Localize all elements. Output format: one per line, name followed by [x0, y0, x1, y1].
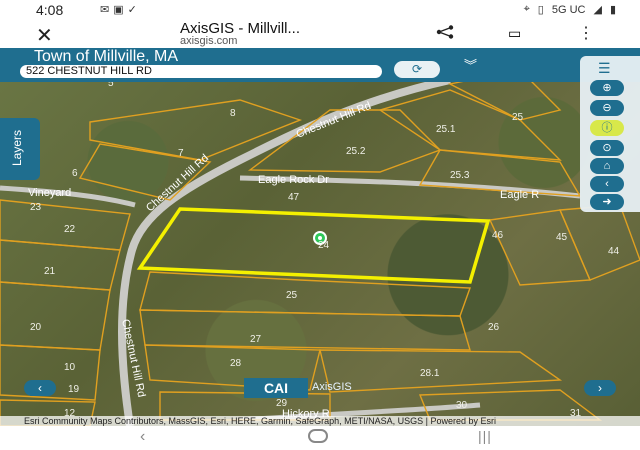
road-label: Eagle Rock Dr — [258, 174, 329, 186]
road-label: Eagle R — [500, 189, 539, 201]
more-options-icon[interactable]: ⋮ — [578, 23, 594, 43]
map-overlay: Chestnut Hill Rd Chestnut Hill Rd Eagle … — [0, 69, 640, 426]
town-title: Town of Millville, MA — [34, 48, 179, 65]
page-url: axisgis.com — [180, 35, 238, 47]
svg-text:25.3: 25.3 — [450, 170, 470, 181]
selected-parcel-outline[interactable] — [136, 207, 491, 284]
system-icons: ⌖ ▯ 5G UC ◢ ▮ — [524, 3, 616, 16]
recents-icon[interactable]: ||| — [478, 428, 492, 444]
home-icon[interactable]: ⌂ — [590, 158, 624, 174]
back-icon[interactable]: ‹ — [590, 176, 624, 192]
svg-text:46: 46 — [492, 230, 504, 241]
layers-label: Layers — [10, 129, 24, 166]
share-icon[interactable] — [436, 25, 454, 39]
svg-text:6: 6 — [72, 168, 78, 179]
svg-text:28: 28 — [230, 358, 242, 369]
svg-text:26: 26 — [488, 322, 500, 333]
android-nav-bar: ‹ ||| — [0, 426, 640, 450]
svg-text:44: 44 — [608, 246, 620, 257]
browser-toolbar: ✕ AxisGIS - Millvill... axisgis.com ▭ ⋮ — [0, 20, 640, 48]
measure-icon[interactable]: ⊙ — [590, 140, 624, 156]
notification-icons: ✉▣✓ — [100, 3, 141, 16]
svg-text:28.1: 28.1 — [420, 368, 440, 379]
svg-text:8: 8 — [230, 108, 236, 119]
mail-icon: ✉ — [100, 4, 114, 16]
svg-text:27: 27 — [250, 334, 262, 345]
battery-icon: ▮ — [609, 4, 616, 16]
road-label: Chestnut Hill Rd — [295, 100, 373, 141]
svg-text:29: 29 — [276, 398, 288, 409]
home-icon[interactable] — [308, 429, 328, 443]
road-chestnut-hill — [118, 76, 451, 426]
svg-text:19: 19 — [68, 384, 80, 395]
clock: 4:08 — [36, 2, 64, 18]
status-bar: 4:08 ✉▣✓ ⌖ ▯ 5G UC ◢ ▮ — [0, 0, 640, 20]
next-arrow-icon[interactable]: › — [584, 380, 616, 396]
check-icon: ✓ — [127, 4, 141, 16]
location-icon: ⌖ — [523, 3, 530, 15]
address-search-input[interactable]: 522 CHESTNUT HILL RD — [20, 65, 382, 78]
svg-text:30: 30 — [456, 400, 468, 411]
svg-text:25: 25 — [286, 290, 298, 301]
forward-icon[interactable]: ➜ — [590, 194, 624, 210]
map-view[interactable]: Chestnut Hill Rd Chestnut Hill Rd Eagle … — [0, 48, 640, 426]
bookmark-icon[interactable]: ▭ — [508, 25, 521, 42]
svg-text:25.2: 25.2 — [346, 146, 366, 157]
signal-icon: ◢ — [593, 4, 602, 16]
previous-arrow-icon[interactable]: ‹ — [24, 380, 56, 396]
svg-text:22: 22 — [64, 224, 76, 235]
rotate-icon[interactable]: ⟳ — [394, 61, 440, 78]
map-toolbar: ☰ ⊕ ⊖ ⓘ ⊙ ⌂ ‹ ➜ — [580, 56, 640, 212]
cai-logo-text: CAI — [244, 378, 308, 398]
axisgis-logo-text: AxisGIS — [312, 381, 352, 393]
svg-text:7: 7 — [178, 148, 184, 159]
zoom-out-icon[interactable]: ⊖ — [590, 100, 624, 116]
road-label: Vineyard — [28, 187, 71, 199]
close-icon[interactable]: ✕ — [36, 23, 53, 48]
svg-text:21: 21 — [44, 266, 56, 277]
svg-text:25.1: 25.1 — [436, 124, 456, 135]
zoom-in-icon[interactable]: ⊕ — [590, 80, 624, 96]
svg-text:24: 24 — [318, 240, 330, 251]
chevron-down-icon[interactable]: ︾ — [464, 55, 477, 74]
svg-text:23: 23 — [30, 202, 42, 213]
map-attribution: Esri Community Maps Contributors, MassGI… — [0, 416, 640, 426]
vibrate-icon: ▯ — [537, 4, 544, 16]
layers-tab[interactable]: Layers — [0, 118, 40, 180]
map-header: Town of Millville, MA 522 CHESTNUT HILL … — [0, 48, 640, 82]
cai-axisgis-logo: CAI AxisGIS — [244, 378, 392, 398]
image-icon: ▣ — [113, 4, 128, 16]
svg-text:45: 45 — [556, 232, 568, 243]
svg-text:25: 25 — [512, 112, 524, 123]
info-icon[interactable]: ⓘ — [590, 120, 624, 136]
svg-text:47: 47 — [288, 192, 300, 203]
svg-text:10: 10 — [64, 362, 76, 373]
back-icon[interactable]: ‹ — [140, 428, 145, 446]
svg-text:20: 20 — [30, 322, 42, 333]
menu-icon[interactable]: ☰ — [598, 60, 611, 77]
network-label: 5G UC — [551, 3, 586, 16]
